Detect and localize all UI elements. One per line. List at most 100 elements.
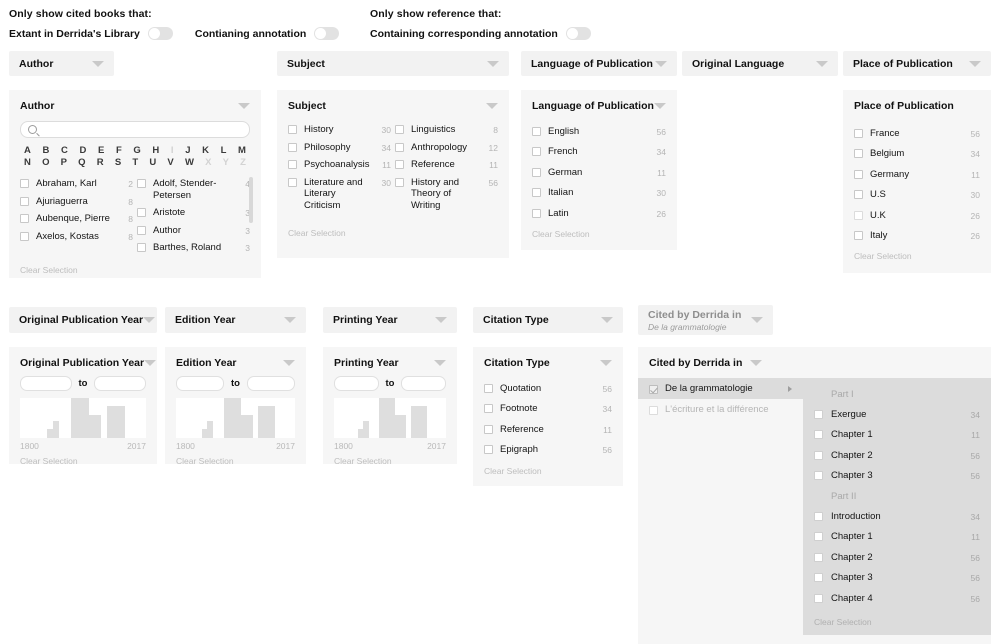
chevron-down-icon[interactable] bbox=[144, 360, 157, 366]
clear-selection-button[interactable]: Clear Selection bbox=[288, 228, 498, 238]
alpha-letter[interactable]: W bbox=[185, 157, 194, 169]
pill-original-publication-year[interactable]: Original Publication Year bbox=[9, 307, 157, 333]
list-item[interactable]: Footnote 34 bbox=[484, 399, 612, 420]
toggle-containing-annotation[interactable]: Contianing annotation bbox=[195, 27, 340, 40]
clear-selection-button[interactable]: Clear Selection bbox=[814, 617, 980, 627]
checkbox[interactable] bbox=[137, 179, 146, 188]
list-item[interactable]: Linguistics 8 bbox=[395, 121, 498, 139]
list-item[interactable]: Philosophy 34 bbox=[288, 139, 391, 157]
list-item[interactable]: Latin 26 bbox=[532, 203, 666, 224]
checkbox[interactable] bbox=[532, 188, 541, 197]
list-item[interactable]: Aubenque, Pierre 8 bbox=[20, 210, 133, 228]
list-item[interactable]: Reference 11 bbox=[484, 419, 612, 440]
checkbox[interactable] bbox=[854, 169, 863, 179]
alpha-letter[interactable]: P bbox=[61, 157, 67, 169]
list-item[interactable]: Belgium 34 bbox=[854, 144, 980, 165]
list-item[interactable]: Chapter 2 56 bbox=[814, 445, 980, 466]
list-item[interactable]: Chapter 3 56 bbox=[814, 466, 980, 487]
alpha-letter[interactable]: T bbox=[132, 157, 138, 169]
checkbox[interactable] bbox=[854, 149, 863, 158]
list-item[interactable]: Introduction 34 bbox=[814, 506, 980, 527]
alpha-letter[interactable]: Q bbox=[78, 157, 85, 169]
alpha-letter[interactable]: H bbox=[152, 145, 159, 157]
year-to-input[interactable] bbox=[94, 376, 146, 391]
list-item[interactable]: Reference 11 bbox=[395, 156, 498, 174]
alpha-letter[interactable]: O bbox=[42, 157, 49, 169]
list-item[interactable]: Adolf, Stender-Petersen 4 bbox=[137, 175, 250, 204]
chevron-down-icon[interactable] bbox=[486, 103, 498, 109]
checkbox[interactable] bbox=[484, 404, 493, 413]
list-item[interactable]: Chapter 3 56 bbox=[814, 568, 980, 589]
list-item[interactable]: History 30 bbox=[288, 121, 391, 139]
checkbox[interactable] bbox=[814, 511, 823, 521]
list-item[interactable]: Barthes, Roland 3 bbox=[137, 239, 250, 257]
alpha-letter[interactable]: E bbox=[98, 145, 104, 157]
pill-author[interactable]: Author bbox=[9, 51, 114, 76]
list-item[interactable]: Exergue 34 bbox=[814, 404, 980, 425]
checkbox[interactable] bbox=[814, 430, 823, 440]
alpha-letter[interactable]: A bbox=[24, 145, 31, 157]
checkbox[interactable] bbox=[137, 225, 146, 235]
checkbox[interactable] bbox=[854, 190, 863, 199]
list-item[interactable]: Literature and Literary Criticism 30 bbox=[288, 174, 391, 215]
alpha-letter[interactable]: D bbox=[80, 145, 87, 157]
list-item[interactable]: U.S 30 bbox=[854, 185, 980, 206]
toggle-extant-in-library[interactable]: Extant in Derrida's Library bbox=[9, 27, 173, 40]
list-item[interactable]: History and Theory of Writing 56 bbox=[395, 174, 498, 215]
toggle-extant-switch[interactable] bbox=[147, 27, 173, 40]
list-item[interactable]: French 34 bbox=[532, 142, 666, 163]
checkbox[interactable] bbox=[814, 450, 823, 460]
checkbox[interactable] bbox=[814, 532, 823, 542]
checkbox[interactable] bbox=[288, 142, 297, 152]
checkbox[interactable] bbox=[814, 471, 823, 481]
alpha-letter[interactable]: M bbox=[238, 145, 246, 157]
chevron-down-icon[interactable] bbox=[283, 360, 295, 366]
checkbox[interactable] bbox=[854, 210, 863, 220]
panel-edition-year-header[interactable]: Edition Year bbox=[176, 357, 295, 369]
year-from-input[interactable] bbox=[176, 376, 225, 391]
pill-subject[interactable]: Subject bbox=[277, 51, 509, 76]
checkbox[interactable] bbox=[20, 179, 29, 188]
list-item[interactable]: Germany 11 bbox=[854, 164, 980, 185]
checkbox[interactable] bbox=[137, 208, 146, 217]
alpha-letter[interactable]: R bbox=[97, 157, 104, 169]
checkbox[interactable] bbox=[137, 243, 146, 252]
alpha-letter[interactable]: S bbox=[115, 157, 121, 169]
checkbox[interactable] bbox=[395, 177, 404, 187]
year-from-input[interactable] bbox=[20, 376, 72, 391]
clear-selection-button[interactable]: Clear Selection bbox=[532, 229, 666, 239]
pill-cited-by-derrida-in[interactable]: Cited by Derrida in De la grammatologie bbox=[638, 305, 773, 335]
list-item[interactable]: Italy 26 bbox=[854, 226, 980, 247]
checkbox[interactable] bbox=[20, 231, 29, 241]
toggle-containing-annotation-switch[interactable] bbox=[314, 27, 340, 40]
panel-citation-type-header[interactable]: Citation Type bbox=[484, 357, 612, 369]
list-item[interactable]: Epigraph 56 bbox=[484, 440, 612, 461]
list-item[interactable]: Author 3 bbox=[137, 222, 250, 240]
checkbox[interactable] bbox=[532, 126, 541, 136]
clear-selection-button[interactable]: Clear Selection bbox=[20, 456, 146, 466]
checkbox[interactable] bbox=[484, 424, 493, 434]
checkbox[interactable] bbox=[532, 147, 541, 156]
checkbox[interactable] bbox=[395, 125, 404, 134]
year-to-input[interactable] bbox=[401, 376, 446, 391]
alpha-letter[interactable]: G bbox=[133, 145, 140, 157]
checkbox[interactable] bbox=[649, 405, 658, 415]
list-item[interactable]: Chapter 4 56 bbox=[814, 588, 980, 609]
pill-citation-type[interactable]: Citation Type bbox=[473, 307, 623, 333]
list-item[interactable]: U.K 26 bbox=[854, 205, 980, 226]
pill-place-of-publication[interactable]: Place of Publication bbox=[843, 51, 991, 76]
alpha-letter[interactable]: N bbox=[24, 157, 31, 169]
search-input[interactable] bbox=[42, 123, 242, 136]
checkbox[interactable] bbox=[20, 214, 29, 223]
alpha-letter[interactable]: B bbox=[43, 145, 50, 157]
checkbox[interactable] bbox=[814, 573, 823, 583]
chevron-down-icon[interactable] bbox=[434, 360, 446, 366]
list-item-de-la-grammatologie[interactable]: De la grammatologie bbox=[638, 378, 803, 399]
alpha-letter[interactable]: V bbox=[167, 157, 173, 169]
pill-printing-year[interactable]: Printing Year bbox=[323, 307, 457, 333]
checkbox[interactable] bbox=[532, 167, 541, 177]
list-item[interactable]: Axelos, Kostas 8 bbox=[20, 228, 133, 246]
checkbox[interactable] bbox=[814, 552, 823, 562]
checkbox[interactable] bbox=[484, 383, 493, 393]
panel-place-header[interactable]: Place of Publication bbox=[854, 100, 980, 112]
